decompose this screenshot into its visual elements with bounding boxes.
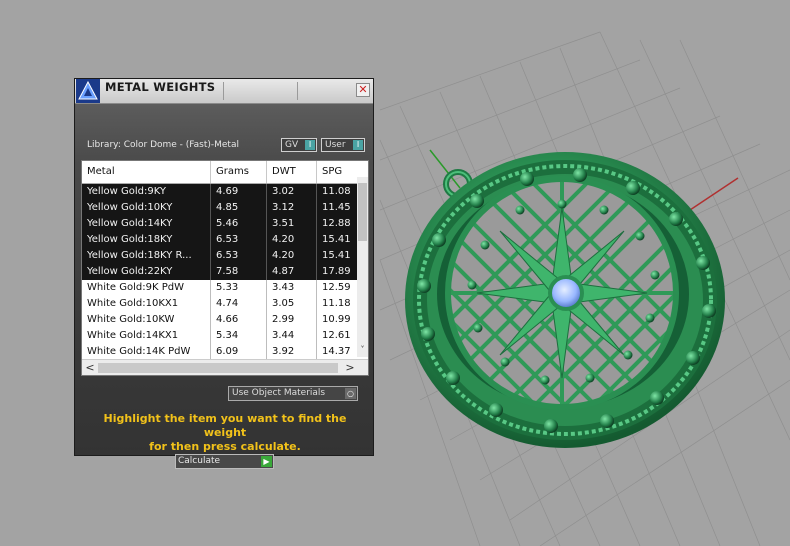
table-row[interactable]: Yellow Gold:18KY R... 6.53 4.20 15.41: [82, 248, 368, 264]
cell-spg: 11.18: [322, 298, 351, 309]
table-row[interactable]: White Gold:10KW 4.66 2.99 10.99: [82, 312, 368, 328]
cell-grams: 5.46: [211, 216, 267, 232]
library-label: Library: Color Dome - (Fast)-Metal: [87, 140, 239, 150]
cell-dwt: 3.12: [267, 200, 317, 216]
cell-dwt: 3.92: [267, 344, 317, 360]
cell-metal: Yellow Gold:22KY: [82, 264, 211, 280]
pendant-model: [405, 152, 725, 448]
gv-toggle[interactable]: GV I: [281, 138, 317, 152]
cell-spg: 14.37: [322, 346, 351, 357]
play-icon: ▶: [261, 456, 272, 467]
column-header-dwt[interactable]: DWT: [267, 161, 317, 183]
table-row[interactable]: White Gold:10KX1 4.74 3.05 11.18: [82, 296, 368, 312]
user-toggle-label: User: [325, 140, 346, 150]
cell-grams: 4.74: [211, 296, 267, 312]
instruction-text: Highlight the item you want to find the …: [81, 412, 369, 454]
cell-grams: 6.53: [211, 248, 267, 264]
user-toggle[interactable]: User I: [321, 138, 365, 152]
calculate-label: Calculate: [178, 456, 221, 466]
cell-grams: 6.09: [211, 344, 267, 360]
cell-metal: Yellow Gold:18KY: [82, 232, 211, 248]
cell-metal: White Gold:9K PdW: [82, 280, 211, 296]
gv-toggle-label: GV: [285, 140, 299, 150]
cell-spg: 11.45: [322, 202, 351, 213]
cell-metal: White Gold:14K PdW: [82, 344, 211, 360]
titlebar-divider: [297, 82, 298, 100]
cell-dwt: 3.05: [267, 296, 317, 312]
calculate-button[interactable]: Calculate ▶: [175, 454, 274, 469]
cell-dwt: 4.20: [267, 248, 317, 264]
cell-spg: 15.41: [322, 234, 351, 245]
table-row[interactable]: White Gold:14KX1 5.34 3.44 12.61: [82, 328, 368, 344]
column-header-spg[interactable]: SPG: [317, 161, 357, 183]
toggle-knob-icon: I: [353, 140, 363, 150]
close-icon: ✕: [358, 83, 368, 96]
cell-spg: 10.99: [322, 314, 351, 325]
close-button[interactable]: ✕: [356, 83, 370, 97]
cell-grams: 4.69: [211, 184, 267, 200]
scroll-left-icon[interactable]: <: [84, 360, 96, 375]
scroll-right-icon[interactable]: >: [344, 360, 356, 375]
cell-metal: White Gold:14KX1: [82, 328, 211, 344]
table-row[interactable]: Yellow Gold:14KY 5.46 3.51 12.88: [82, 216, 368, 232]
cell-spg: 12.59: [322, 282, 351, 293]
scroll-down-icon[interactable]: ˅: [357, 345, 368, 357]
use-object-materials-label: Use Object Materials: [232, 388, 326, 398]
cell-dwt: 4.87: [267, 264, 317, 280]
instruction-line: Highlight the item you want to find the …: [103, 412, 347, 439]
scrollbar-thumb[interactable]: [98, 363, 338, 373]
cell-grams: 4.66: [211, 312, 267, 328]
cell-dwt: 3.02: [267, 184, 317, 200]
radio-icon: ○: [345, 388, 356, 399]
vertical-scrollbar[interactable]: [357, 177, 368, 357]
panel-title: METAL WEIGHTS: [105, 80, 216, 94]
cell-grams: 7.58: [211, 264, 267, 280]
horizontal-scrollbar[interactable]: < >: [82, 359, 368, 375]
cell-grams: 5.34: [211, 328, 267, 344]
rhino-logo-icon: [76, 79, 100, 103]
table-row[interactable]: White Gold:9K PdW 5.33 3.43 12.59: [82, 280, 368, 296]
cell-metal: White Gold:10KW: [82, 312, 211, 328]
table-row[interactable]: Yellow Gold:22KY 7.58 4.87 17.89: [82, 264, 368, 280]
axis-x-red: [689, 177, 739, 211]
table-row[interactable]: Yellow Gold:18KY 6.53 4.20 15.41: [82, 232, 368, 248]
cell-spg: 12.61: [322, 330, 351, 341]
cell-spg: 15.41: [322, 250, 351, 261]
metal-table[interactable]: Metal Grams DWT SPG Yellow Gold:9KY 4.69 3…: [81, 160, 369, 376]
table-header: Metal Grams DWT SPG: [82, 161, 368, 184]
cell-dwt: 2.99: [267, 312, 317, 328]
cell-metal: Yellow Gold:14KY: [82, 216, 211, 232]
cell-dwt: 3.51: [267, 216, 317, 232]
table-row[interactable]: Yellow Gold:10KY 4.85 3.12 11.45: [82, 200, 368, 216]
cell-dwt: 3.44: [267, 328, 317, 344]
cell-spg: 12.88: [322, 218, 351, 229]
metal-weights-panel: METAL WEIGHTS ✕ Library: Color Dome - (F…: [74, 78, 374, 469]
panel-titlebar[interactable]: METAL WEIGHTS ✕: [75, 79, 373, 104]
table-row[interactable]: Yellow Gold:9KY 4.69 3.02 11.08: [82, 184, 368, 200]
column-header-metal[interactable]: Metal: [82, 161, 211, 183]
scrollbar-thumb[interactable]: [358, 183, 367, 241]
titlebar-divider: [223, 82, 224, 100]
table-row[interactable]: White Gold:14K PdW 6.09 3.92 14.37: [82, 344, 368, 360]
column-header-grams[interactable]: Grams: [211, 161, 267, 183]
cell-dwt: 3.43: [267, 280, 317, 296]
panel-body: Library: Color Dome - (Fast)-Metal GV I …: [75, 104, 373, 469]
cell-spg: 17.89: [322, 266, 351, 277]
cell-grams: 6.53: [211, 232, 267, 248]
use-object-materials-toggle[interactable]: Use Object Materials ○: [228, 386, 358, 401]
cell-metal: Yellow Gold:18KY R...: [82, 248, 211, 264]
cell-grams: 4.85: [211, 200, 267, 216]
cell-grams: 5.33: [211, 280, 267, 296]
cell-metal: Yellow Gold:9KY: [82, 184, 211, 200]
cell-spg: 11.08: [322, 186, 351, 197]
instruction-line: for then press calculate.: [149, 440, 301, 453]
toggle-knob-icon: I: [305, 140, 315, 150]
cell-metal: White Gold:10KX1: [82, 296, 211, 312]
cell-dwt: 4.20: [267, 232, 317, 248]
cell-metal: Yellow Gold:10KY: [82, 200, 211, 216]
